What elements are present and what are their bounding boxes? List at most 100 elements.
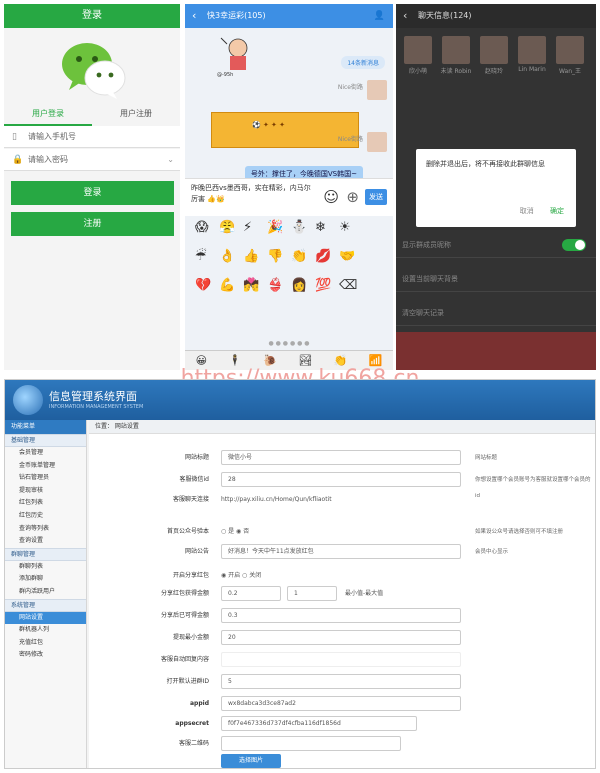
back-icon[interactable]: ‹ [403,4,407,28]
admin-subtitle: INFORMATION MANAGEMENT SYSTEM [49,404,144,410]
sidebar-item[interactable]: 会员管理 [5,447,86,460]
login-button[interactable]: 登录 [11,181,174,205]
phone-field[interactable]: ▯ 请输入手机号 [4,126,180,148]
member[interactable]: Lin Marin [516,36,548,76]
emoji[interactable]: 💯 [315,278,339,293]
toggle-switch[interactable] [562,239,586,251]
chevron-down-icon: ⌄ [167,155,174,164]
emoji[interactable]: 💋 [315,249,339,264]
message-input[interactable]: 昨晚巴西vs墨西哥，实在精彩，内马尔厉害 👍👑 ☺ ⊕ 发送 [185,178,393,216]
login-tabs: 用户登录 用户注册 [4,108,180,126]
text-input[interactable]: 好消息！今天中午11点发放红包 [221,544,461,559]
sidebar-item[interactable]: 群内活跃用户 [5,586,86,599]
send-button[interactable]: 发送 [365,189,387,205]
text-input[interactable]: 20 [221,630,461,645]
member[interactable]: 欣小萌 [402,36,434,76]
sidebar-item[interactable]: 添加群聊 [5,573,86,586]
cancel-button[interactable]: 取消 [520,207,534,215]
avatar[interactable] [367,132,387,152]
avatar [518,36,546,64]
emoji[interactable]: 💏 [243,278,267,293]
choose-image-button[interactable]: 选择图片 [221,754,281,768]
emoji[interactable] [363,249,387,264]
emoji[interactable]: ❄ [315,220,339,235]
sidebar-item[interactable]: 充值红包 [5,637,86,650]
avatar[interactable] [367,80,387,100]
form-row: appid wx8dabca3d3ce87ad2 [89,696,595,712]
option-set-bg[interactable]: 设置当前聊天背景 [396,266,596,292]
emoji[interactable]: 👏 [291,249,315,264]
register-button[interactable]: 注册 [11,212,174,236]
text-input[interactable]: 28 [221,472,461,487]
sidebar-section-system[interactable]: 系统管理 [5,598,86,612]
plus-icon[interactable]: ⊕ [346,188,359,206]
sidebar-item[interactable]: 查询设置 [5,535,86,548]
phone-icon: ▯ [12,132,17,142]
member[interactable]: 未读 Robin [440,36,472,76]
text-input[interactable]: f0f7e467336d737df4cfba116df1856d [221,716,417,731]
sidebar-item[interactable]: 金币账单管理 [5,460,86,473]
radio-group[interactable]: ◉ 开启 ○ 关闭 [221,568,261,584]
sidebar-item[interactable]: 群机器人列 [5,624,86,637]
emoji[interactable] [363,220,387,235]
option-label: 显示群成员昵称 [402,241,451,249]
emoji[interactable]: 👌 [219,249,243,264]
field-label: appsecret [175,720,209,727]
text-input[interactable] [221,736,401,751]
option-clear[interactable]: 清空聊天记录 [396,300,596,326]
text-input[interactable]: wx8dabca3d3ce87ad2 [221,696,461,711]
emoji[interactable]: ⚡ [243,220,267,235]
tab-user-register[interactable]: 用户注册 [92,108,180,126]
sidebar-section-basic[interactable]: 基础管理 [5,434,86,447]
emoji[interactable]: ☔ [195,249,219,264]
emoji[interactable]: 💪 [219,278,243,293]
member[interactable]: 赵晓玲 [478,36,510,76]
emoji[interactable]: ☀ [339,220,363,235]
sidebar-item[interactable]: 红包历史 [5,510,86,523]
emoji[interactable]: 💔 [195,278,219,293]
member-grid: 欣小萌 未读 Robin 赵晓玲 Lin Marin Wan_王 [402,36,592,76]
text-input[interactable] [221,652,461,667]
text-input[interactable]: 5 [221,674,461,689]
member-name: Lin Marin [518,66,546,73]
sidebar-section-group[interactable]: 群聊管理 [5,547,86,561]
new-messages-tip[interactable]: 14条新消息 [341,56,385,69]
emoji[interactable]: 😤 [219,220,243,235]
emoji[interactable]: 👙 [267,278,291,293]
emoji[interactable]: 👩 [291,278,315,293]
sidebar-item[interactable]: 密码修改 [5,649,86,662]
password-placeholder: 请输入密码 [28,155,68,164]
emoji[interactable]: 🎉 [267,220,291,235]
sidebar-item[interactable]: 群聊列表 [5,561,86,574]
confirm-button[interactable]: 确定 [550,207,564,215]
radio-group[interactable]: ○ 是 ◉ 否 [221,524,249,540]
decor-bottom [396,332,596,370]
admin-sidebar: 功能菜单 基础管理 会员管理 金币账单管理 钻石管理员 提现审核 红包列表 红包… [5,420,87,768]
login-title: 登录 [4,4,180,28]
password-field[interactable]: 🔒 请输入密码 ⌄ [4,149,180,171]
member[interactable]: Wan_王 [554,36,586,76]
sidebar-item-website-settings[interactable]: 网站设置 [5,611,86,625]
option-show-nick[interactable]: 显示群成员昵称 [396,232,596,258]
emoji[interactable]: 😱 [195,220,219,235]
sidebar-item[interactable]: 提现审核 [5,485,86,498]
avatar [556,36,584,64]
emoji[interactable]: 👎 [267,249,291,264]
backspace-icon[interactable]: ⌫ [339,278,363,293]
emoji[interactable]: ⛄ [291,220,315,235]
image-message[interactable]: ⚽ ✦ ✦ ✦ [211,112,359,148]
tab-user-login[interactable]: 用户登录 [4,108,92,126]
group-icon[interactable]: 👤 [374,4,385,28]
text-input[interactable]: 0.3 [221,608,461,623]
login-screen: 登录 用户登录 用户注册 ▯ 请输入手机号 🔒 请输入密码 ⌄ 登录 注册 [4,4,180,370]
back-icon[interactable]: ‹ [192,4,196,28]
sidebar-item[interactable]: 钻石管理员 [5,472,86,485]
sidebar-item[interactable]: 查询等列表 [5,523,86,536]
emoji-icon[interactable]: ☺ [323,188,339,206]
emoji[interactable]: 👍 [243,249,267,264]
sidebar-item[interactable]: 红包列表 [5,497,86,510]
emoji[interactable]: 🤝 [339,249,363,264]
text-input[interactable]: 1 [287,586,337,601]
text-input[interactable]: 微信小号 [221,450,461,465]
text-input[interactable]: 0.2 [221,586,281,601]
